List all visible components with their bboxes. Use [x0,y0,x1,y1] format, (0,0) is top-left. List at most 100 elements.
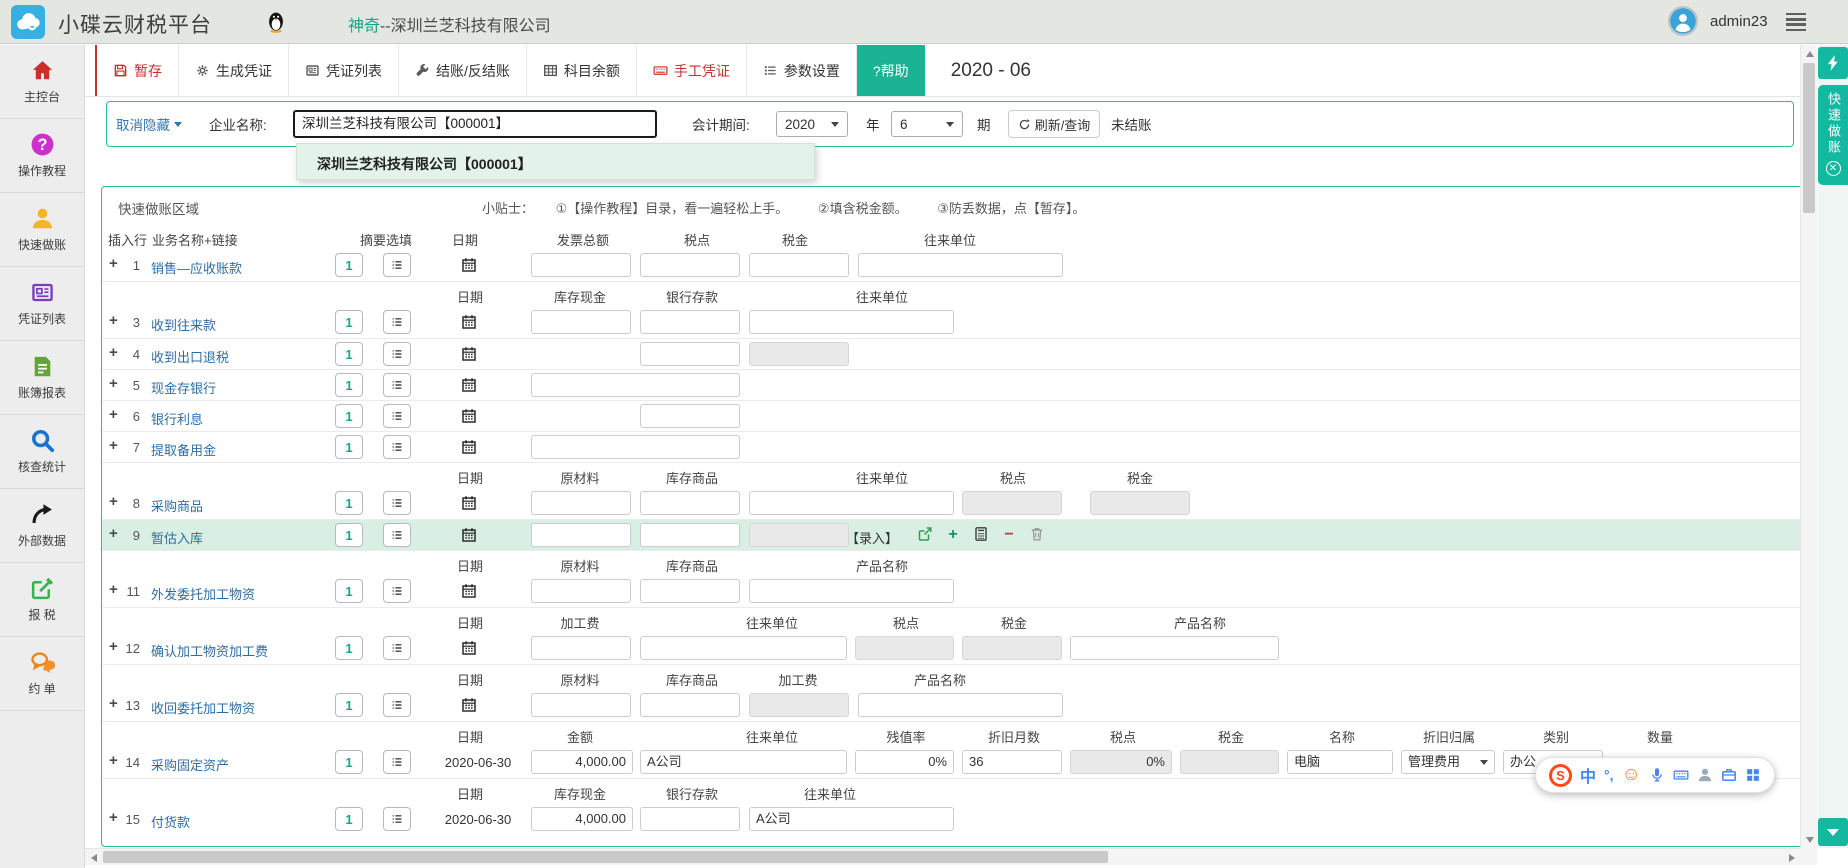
business-link[interactable]: 确认加工物资加工费 [151,641,268,660]
field-input[interactable]: A公司 [749,807,954,831]
summary-select-button[interactable] [383,342,411,366]
field-input[interactable] [640,807,740,831]
entry-count-box[interactable]: 1 [335,523,363,547]
entry-count-box[interactable]: 1 [335,491,363,515]
field-input[interactable] [749,253,849,277]
calendar-icon[interactable] [461,583,477,599]
sidebar-item-tax-filing[interactable]: 报 税 [0,563,84,637]
business-link[interactable]: 采购商品 [151,496,203,515]
user-avatar[interactable] [1668,6,1698,36]
entry-delete-icon[interactable] [1028,526,1046,544]
entry-count-box[interactable]: 1 [335,579,363,603]
insert-row-icon[interactable]: + [109,438,118,454]
field-input[interactable] [640,579,740,603]
entry-count-box[interactable]: 1 [335,807,363,831]
insert-row-icon[interactable]: + [109,810,118,826]
scroll-down-icon[interactable] [1801,831,1818,848]
entry-remove-icon[interactable]: − [1000,526,1018,544]
field-input[interactable] [640,342,740,366]
insert-row-icon[interactable]: + [109,256,118,272]
field-input[interactable]: 0% [855,750,954,774]
field-input[interactable] [858,693,1063,717]
entry-count-box[interactable]: 1 [335,435,363,459]
entry-count-box[interactable]: 1 [335,373,363,397]
field-input[interactable] [531,579,631,603]
field-input[interactable]: 电脑 [1287,750,1393,774]
field-input[interactable] [1070,636,1279,660]
entry-count-box[interactable]: 1 [335,693,363,717]
business-link[interactable]: 收回委托加工物资 [151,698,255,717]
business-link[interactable]: 银行利息 [151,409,203,428]
apps-grid-icon[interactable] [1745,767,1761,783]
field-input[interactable] [531,693,631,717]
field-input[interactable] [749,310,954,334]
manual-voucher-button[interactable]: 手工凭证 [637,45,747,96]
vertical-scrollbar[interactable] [1800,45,1817,848]
field-input[interactable] [531,523,631,547]
sidebar-item-order[interactable]: 约 单 [0,637,84,711]
summary-select-button[interactable] [383,373,411,397]
year-select[interactable]: 2020 [776,111,848,137]
summary-select-button[interactable] [383,491,411,515]
field-select[interactable]: 管理费用 [1401,750,1495,774]
calendar-icon[interactable] [461,314,477,330]
business-link[interactable]: 付货款 [151,812,190,831]
scroll-left-icon[interactable] [85,849,102,866]
summary-select-button[interactable] [383,807,411,831]
summary-select-button[interactable] [383,310,411,334]
entry-count-box[interactable]: 1 [335,636,363,660]
field-input[interactable] [531,373,740,397]
scroll-right-icon[interactable] [1783,849,1800,866]
punctuation-icon[interactable]: °, [1604,767,1614,783]
sogou-logo-icon[interactable]: S [1549,764,1572,787]
field-input[interactable] [640,636,847,660]
insert-row-icon[interactable]: + [109,696,118,712]
summary-select-button[interactable] [383,636,411,660]
entry-count-box[interactable]: 1 [335,750,363,774]
close-icon[interactable]: ✕ [1826,161,1841,176]
insert-row-icon[interactable]: + [109,376,118,392]
subject-balance-button[interactable]: 科目余额 [527,45,637,96]
app-logo-icon[interactable] [11,5,45,39]
calendar-icon[interactable] [461,257,477,273]
settings-button[interactable]: 参数设置 [747,45,857,96]
calendar-icon[interactable] [461,640,477,656]
toolbox-icon[interactable] [1721,767,1737,783]
save-draft-button[interactable]: 暂存 [95,45,179,96]
business-link[interactable]: 暂估入库 [151,528,203,547]
field-input[interactable] [749,491,954,515]
vertical-scroll-thumb[interactable] [1803,63,1815,213]
sidebar-item-main-console[interactable]: 主控台 [0,45,84,119]
menu-icon[interactable] [1786,13,1806,31]
summary-select-button[interactable] [383,579,411,603]
field-input[interactable]: 36 [962,750,1062,774]
field-input[interactable] [531,636,631,660]
entry-count-box[interactable]: 1 [335,342,363,366]
field-input[interactable] [531,253,631,277]
entry-count-box[interactable]: 1 [335,404,363,428]
qq-penguin-icon[interactable] [264,9,288,33]
sidebar-item-audit-stats[interactable]: 核查统计 [0,415,84,489]
field-input[interactable] [640,491,740,515]
horizontal-scroll-thumb[interactable] [103,851,1108,863]
field-input[interactable] [640,693,740,717]
date-value[interactable]: 2020-06-30 [435,755,521,770]
toggle-hide-link[interactable]: 取消隐藏 [116,114,182,134]
entry-link[interactable]: 【录入】 [846,528,898,547]
summary-select-button[interactable] [383,435,411,459]
business-link[interactable]: 采购固定资产 [151,755,229,774]
insert-row-icon[interactable]: + [109,753,118,769]
skin-icon[interactable] [1697,767,1713,783]
calendar-icon[interactable] [461,346,477,362]
date-value[interactable]: 2020-06-30 [435,812,521,827]
sidebar-item-voucher-list[interactable]: 凭证列表 [0,267,84,341]
entry-calculator-icon[interactable] [972,526,990,544]
calendar-icon[interactable] [461,439,477,455]
help-button[interactable]: ?帮助 [857,45,925,96]
summary-select-button[interactable] [383,750,411,774]
company-input[interactable]: 深圳兰芝科技有限公司【000001】 [293,110,657,138]
generate-voucher-button[interactable]: 生成凭证 [179,45,289,96]
field-input[interactable] [749,579,954,603]
business-link[interactable]: 提取备用金 [151,440,216,459]
sidebar-item-quick-account[interactable]: 快速做账 [0,193,84,267]
